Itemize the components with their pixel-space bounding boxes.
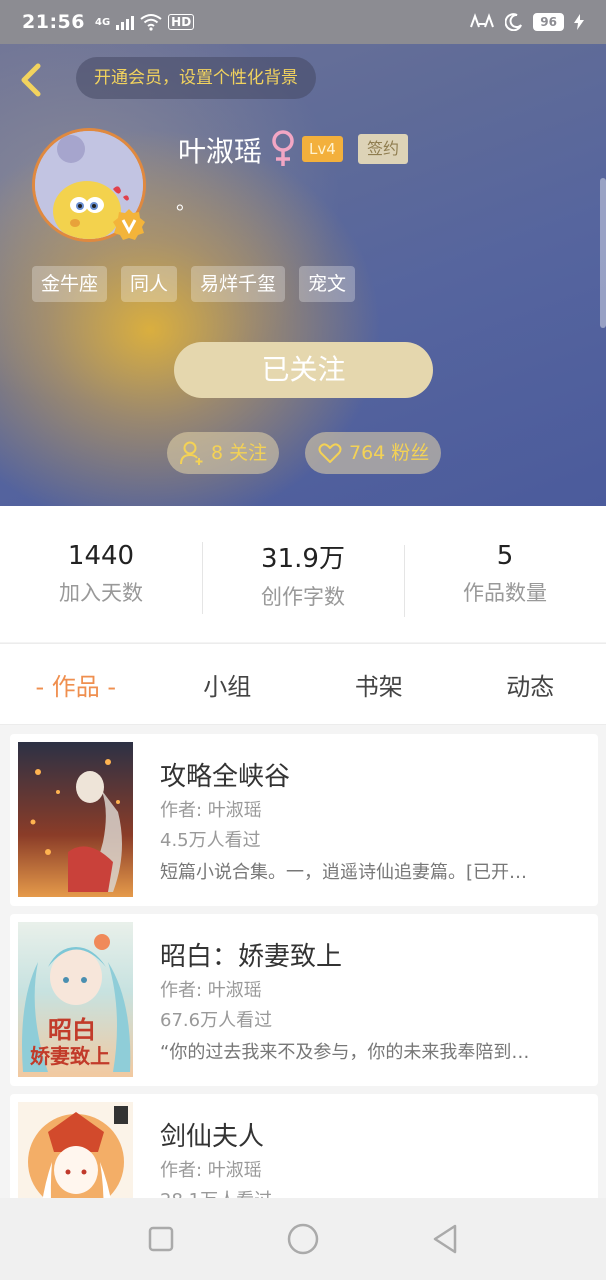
vip-background-banner[interactable]: 开通会员，设置个性化背景	[76, 57, 316, 99]
status-right: 96	[469, 13, 584, 31]
user-signature: 。	[176, 190, 196, 214]
tab-works[interactable]: - 作品 -	[0, 667, 152, 702]
home-icon[interactable]	[286, 1222, 320, 1256]
fans-count-button[interactable]: 764 粉丝	[305, 432, 442, 474]
status-time: 21:56	[22, 11, 85, 33]
book-title: 剑仙夫人	[160, 1122, 265, 1152]
back-icon[interactable]	[14, 60, 50, 100]
book-card[interactable]: 昭白 娇妻致上 昭白：娇妻致上 作者: 叶淑瑶 67.6万人看过 “你的过去我来…	[10, 914, 598, 1086]
level-badge: Lv4	[302, 136, 343, 162]
tab-activity[interactable]: 动态	[455, 667, 606, 702]
scrollbar	[600, 178, 606, 328]
book-author: 作者: 叶淑瑶	[160, 800, 262, 821]
cover-subtitle: 娇妻致上	[30, 1044, 110, 1068]
author-stats: 1440 加入天数 31.9万 创作字数 5 作品数量	[0, 506, 606, 642]
tab-groups[interactable]: 小组	[152, 667, 304, 702]
battery-indicator: 96	[533, 13, 564, 31]
stat-value: 31.9万	[261, 543, 345, 574]
add-person-icon	[180, 441, 203, 465]
tag[interactable]: 易烊千玺	[191, 266, 286, 302]
stat-word-count: 31.9万 创作字数	[202, 538, 404, 614]
book-author: 作者: 叶淑瑶	[160, 1160, 262, 1181]
wifi-icon	[140, 14, 162, 31]
tag[interactable]: 同人	[121, 266, 178, 302]
book-cover	[18, 742, 133, 897]
book-cover: 昭白 娇妻致上	[18, 922, 133, 1077]
verified-badge-icon	[113, 209, 145, 240]
status-bar: 21:56 4G HD 96	[0, 0, 606, 44]
tab-bookshelf[interactable]: 书架	[303, 667, 455, 702]
heart-icon	[318, 443, 342, 463]
username: 叶淑瑶	[178, 135, 263, 168]
book-list: 攻略全峡谷 作者: 叶淑瑶 4.5万人看过 短篇小说合集。一，逍遥诗仙追妻篇。[…	[10, 734, 598, 1274]
stat-value: 5	[496, 541, 514, 571]
stat-label: 创作字数	[261, 584, 345, 609]
book-views: 4.5万人看过	[160, 830, 261, 851]
tag[interactable]: 宠文	[299, 266, 356, 302]
book-title: 昭白：娇妻致上	[160, 942, 343, 972]
tag[interactable]: 金牛座	[32, 266, 108, 302]
stat-value: 1440	[67, 541, 135, 571]
recent-apps-icon[interactable]	[144, 1222, 178, 1256]
charging-icon	[574, 14, 584, 30]
status-network: 4G HD	[94, 13, 195, 31]
signed-author-badge: 签约	[358, 134, 409, 164]
stat-label: 加入天数	[59, 581, 143, 605]
stat-works-count: 5 作品数量	[404, 541, 606, 617]
tag-list: 金牛座 同人 易烊千玺 宠文	[32, 266, 356, 302]
following-count-button[interactable]: 8 关注	[167, 432, 280, 474]
book-title: 攻略全峡谷	[160, 762, 291, 792]
profile-tabs: - 作品 - 小组 书架 动态	[0, 643, 606, 725]
fans-label: 764 粉丝	[349, 442, 430, 464]
glasses-icon	[470, 13, 495, 28]
book-description: “你的过去我来不及参与，你的未来我奉陪到…	[160, 1042, 530, 1063]
book-views: 67.6万人看过	[160, 1010, 273, 1031]
stat-join-days: 1440 加入天数	[0, 541, 202, 607]
book-description: 短篇小说合集。一，逍遥诗仙追妻篇。[已开…	[160, 862, 528, 883]
stat-label: 作品数量	[463, 581, 547, 605]
female-gender-icon	[272, 130, 294, 166]
profile-header: 21:56 4G HD 96 开通会员，设置个性化背景 叶淑瑶 Lv4 签约 。…	[0, 0, 606, 506]
network-label: 4G	[94, 16, 111, 28]
moon-icon	[505, 13, 523, 31]
following-label: 8 关注	[211, 442, 268, 464]
follow-button[interactable]: 已关注	[174, 342, 433, 398]
book-author: 作者: 叶淑瑶	[160, 980, 262, 1001]
system-navigation-bar	[0, 1198, 606, 1280]
signal-icon	[116, 14, 135, 30]
back-nav-icon[interactable]	[428, 1222, 462, 1256]
hd-label: HD	[168, 14, 195, 30]
book-card[interactable]: 攻略全峡谷 作者: 叶淑瑶 4.5万人看过 短篇小说合集。一，逍遥诗仙追妻篇。[…	[10, 734, 598, 906]
